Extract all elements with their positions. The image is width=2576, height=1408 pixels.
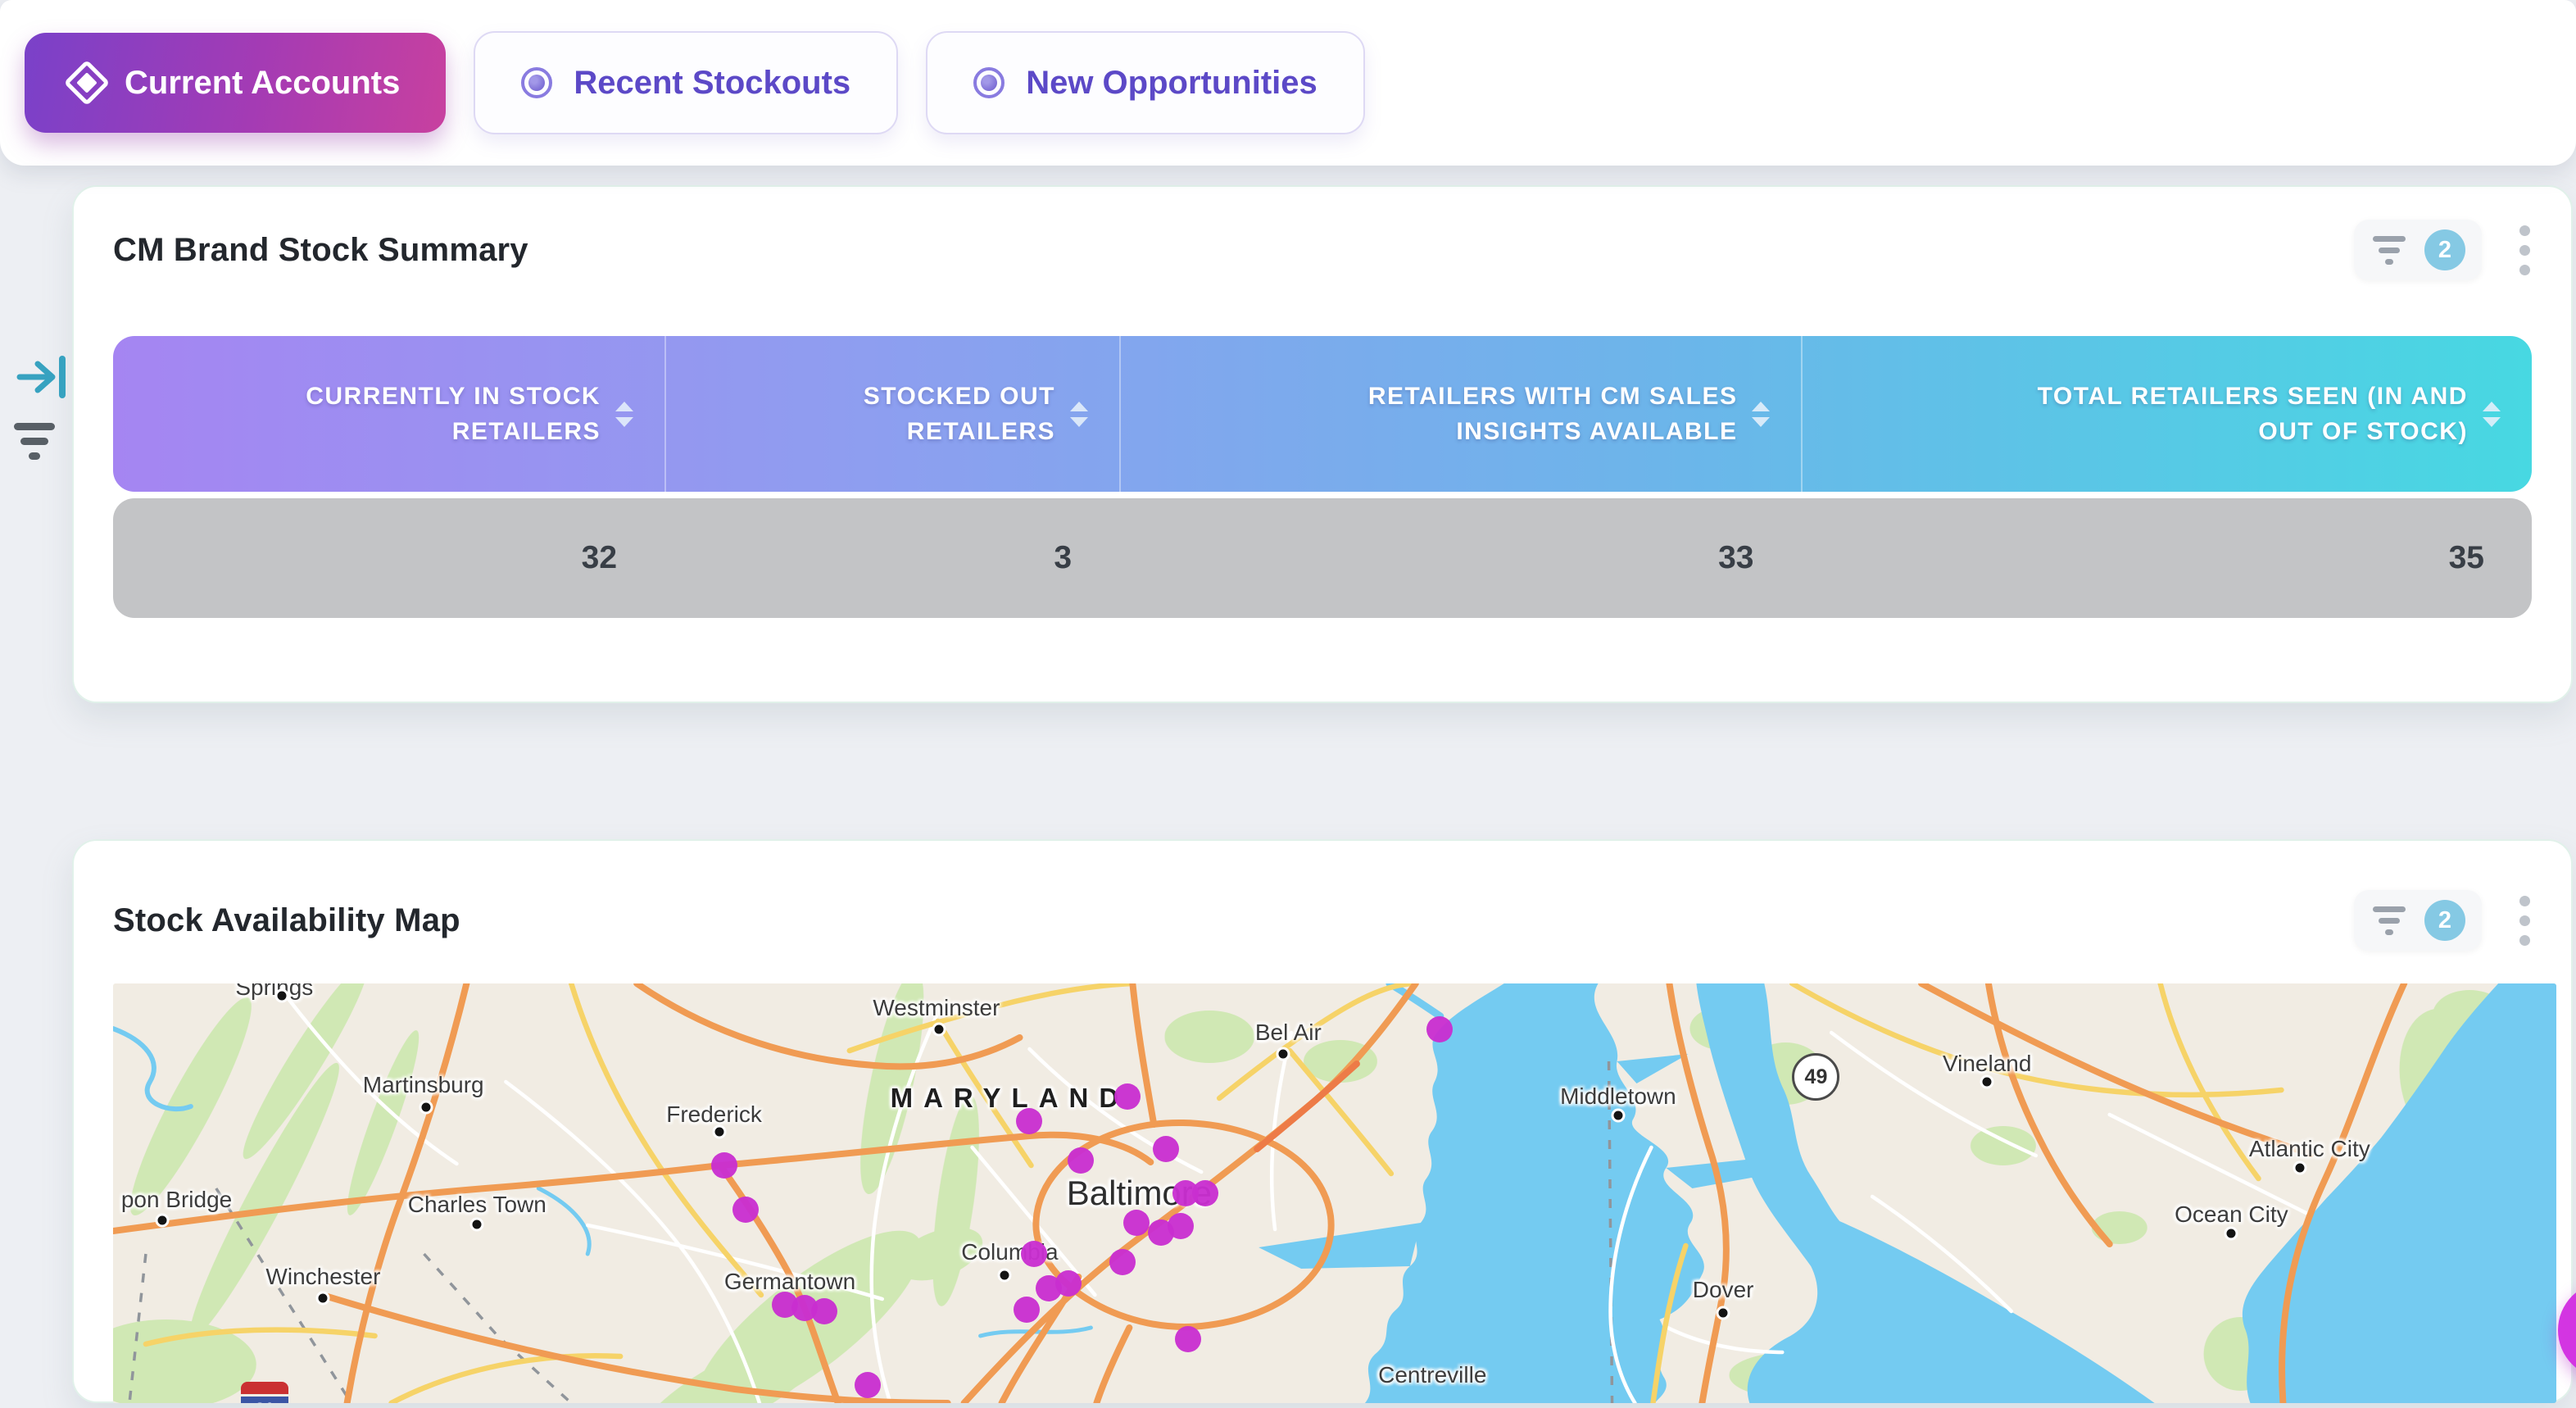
stock-location-marker[interactable] bbox=[1016, 1108, 1042, 1134]
stock-map-card: Stock Availability Map 2 bbox=[72, 839, 2573, 1403]
target-icon bbox=[521, 67, 552, 98]
stock-summary-title: CM Brand Stock Summary bbox=[113, 232, 528, 269]
stock-location-marker[interactable] bbox=[811, 1298, 837, 1324]
table-cell-value: 3 bbox=[664, 540, 1119, 576]
map-kebab-menu-icon[interactable] bbox=[2515, 891, 2535, 951]
stock-location-marker[interactable] bbox=[1168, 1213, 1194, 1239]
stock-location-marker[interactable] bbox=[711, 1152, 737, 1179]
column-header-total-retailers-seen-in-and-ou[interactable]: TOTAL RETAILERS SEEN (IN AND OUT OF STOC… bbox=[1801, 336, 2532, 492]
city-dot-ocean-city bbox=[2225, 1226, 2238, 1240]
interstate-81-shield: 81 bbox=[241, 1382, 288, 1403]
stock-location-marker[interactable] bbox=[855, 1372, 881, 1398]
target-icon bbox=[973, 67, 1005, 98]
stock-map-title: Stock Availability Map bbox=[113, 902, 460, 939]
city-dot-dover bbox=[1717, 1306, 1730, 1319]
city-dot-atlantic-city bbox=[2293, 1161, 2306, 1175]
tab-new-opportunities[interactable]: New Opportunities bbox=[926, 31, 1365, 134]
summary-kebab-menu-icon[interactable] bbox=[2515, 220, 2535, 280]
city-dot-frederick bbox=[712, 1125, 726, 1139]
city-dot-vineland bbox=[1980, 1075, 1994, 1089]
sort-icon[interactable] bbox=[1752, 402, 1770, 427]
stock-location-marker[interactable] bbox=[1109, 1249, 1136, 1275]
funnel-icon bbox=[2370, 906, 2408, 935]
city-dot-pon-bridge bbox=[155, 1214, 169, 1228]
city-dot-martinsburg bbox=[419, 1101, 433, 1115]
city-dot-middletown bbox=[1611, 1109, 1625, 1123]
tab-recent-stockouts[interactable]: Recent Stockouts bbox=[474, 31, 898, 134]
table-cell-value: 32 bbox=[113, 540, 664, 576]
stock-location-marker[interactable] bbox=[1055, 1270, 1082, 1297]
table-cell-value: 35 bbox=[1801, 540, 2532, 576]
stock-location-marker[interactable] bbox=[1153, 1136, 1179, 1162]
sort-icon[interactable] bbox=[2483, 402, 2501, 427]
tab-label: Recent Stockouts bbox=[574, 65, 850, 102]
map-canvas[interactable]: 49 81 SpringsWestminsterBel AirMARYLANDF… bbox=[113, 983, 2556, 1403]
column-header-currently-in-stock-retailers[interactable]: CURRENTLY IN STOCK RETAILERS bbox=[113, 336, 664, 492]
city-dot-charles-town bbox=[470, 1218, 484, 1232]
city-dot-springs bbox=[274, 989, 288, 1003]
city-dot-columbia bbox=[998, 1268, 1012, 1282]
city-dot-winchester bbox=[316, 1292, 330, 1306]
map-filter-count-badge: 2 bbox=[2424, 900, 2465, 941]
city-dot-bel-air bbox=[1277, 1047, 1290, 1061]
stock-summary-table: CURRENTLY IN STOCK RETAILERSSTOCKED OUT … bbox=[113, 336, 2532, 618]
column-header-retailers-with-cm-sales-insigh[interactable]: RETAILERS WITH CM SALES INSIGHTS AVAILAB… bbox=[1119, 336, 1801, 492]
stock-location-marker[interactable] bbox=[1192, 1180, 1218, 1206]
stock-location-marker[interactable] bbox=[1014, 1297, 1040, 1323]
tab-label: New Opportunities bbox=[1026, 65, 1317, 102]
stock-location-marker[interactable] bbox=[1123, 1210, 1150, 1236]
tab-current-accounts[interactable]: Current Accounts bbox=[25, 33, 446, 133]
table-header-row: CURRENTLY IN STOCK RETAILERSSTOCKED OUT … bbox=[113, 336, 2532, 492]
stock-location-marker[interactable] bbox=[1068, 1147, 1094, 1174]
arrow-to-bar-icon bbox=[16, 388, 70, 402]
summary-filter-chip[interactable]: 2 bbox=[2354, 220, 2482, 280]
stock-location-marker[interactable] bbox=[1114, 1083, 1141, 1110]
summary-filter-count-badge: 2 bbox=[2424, 229, 2465, 270]
table-value-row: 3233335 bbox=[113, 498, 2532, 618]
route-49-shield: 49 bbox=[1792, 1053, 1839, 1101]
funnel-icon bbox=[2370, 236, 2408, 265]
stock-location-marker[interactable] bbox=[732, 1197, 759, 1223]
stock-summary-card: CM Brand Stock Summary 2 CURRENTLY IN ST… bbox=[72, 185, 2573, 703]
collapse-panel-button[interactable] bbox=[16, 356, 70, 402]
city-dot-westminster bbox=[932, 1023, 946, 1037]
stock-location-marker[interactable] bbox=[1021, 1241, 1047, 1267]
map-base-layer bbox=[113, 983, 2556, 1403]
column-header-stocked-out-retailers[interactable]: STOCKED OUT RETAILERS bbox=[664, 336, 1119, 492]
sort-icon[interactable] bbox=[1070, 402, 1088, 427]
stock-location-marker[interactable] bbox=[1426, 1016, 1453, 1042]
table-cell-value: 33 bbox=[1119, 540, 1801, 576]
map-filter-chip[interactable]: 2 bbox=[2354, 890, 2482, 951]
stock-location-marker[interactable] bbox=[1175, 1326, 1201, 1352]
tab-label: Current Accounts bbox=[125, 65, 400, 102]
diamond-icon bbox=[64, 60, 111, 107]
filter-icon bbox=[14, 423, 55, 430]
sidebar-filter-button[interactable] bbox=[8, 423, 61, 460]
tab-bar: Current Accounts Recent Stockouts New Oppo… bbox=[0, 0, 2576, 166]
sort-icon[interactable] bbox=[615, 402, 633, 427]
